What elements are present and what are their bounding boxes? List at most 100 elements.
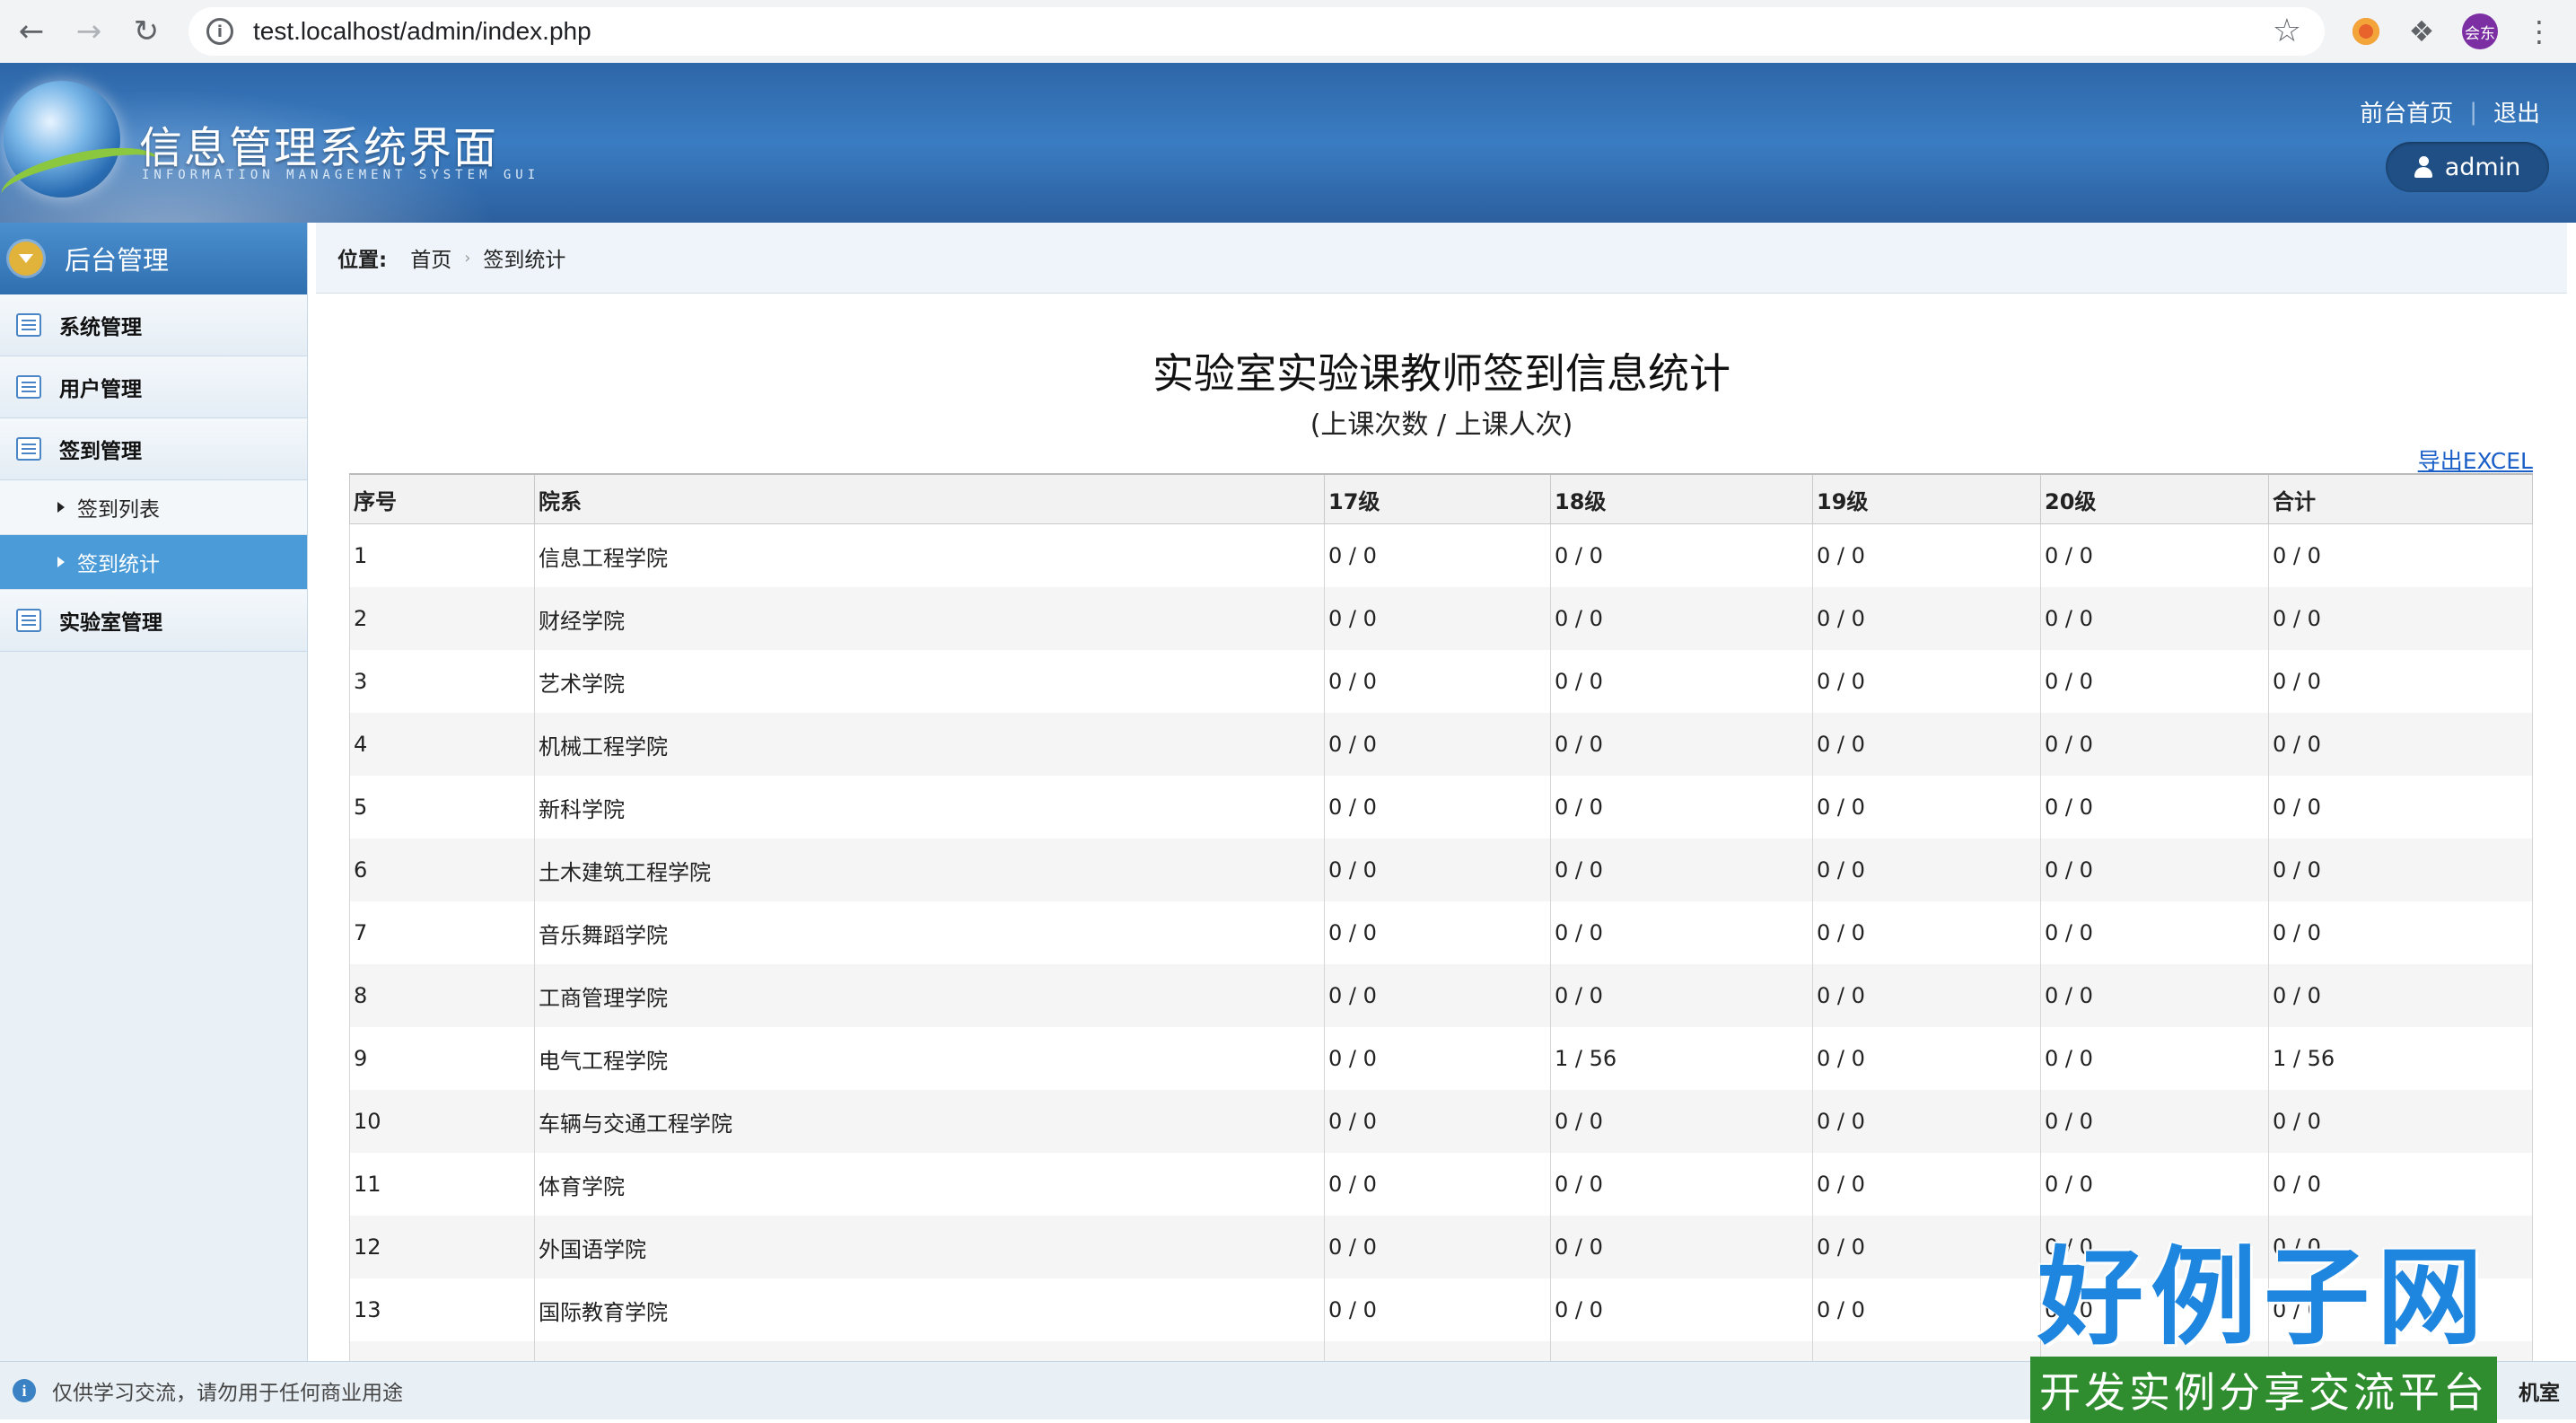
- column-header: 17级: [1324, 473, 1551, 524]
- table-cell: 0 / 0: [2268, 713, 2533, 776]
- table-cell: 0 / 0: [2040, 776, 2269, 839]
- table-row: 11 体育学院 0 / 00 / 00 / 00 / 00 / 0: [349, 1153, 2533, 1216]
- table-cell: 1 / 56: [1550, 1027, 1813, 1090]
- table-cell: 0 / 0: [2040, 964, 2269, 1027]
- table-header-row: 序号 院系 17级 18级 19级 20级 合计: [349, 473, 2533, 524]
- table-row: 3 艺术学院 0 / 00 / 00 / 00 / 00 / 0: [349, 650, 2533, 713]
- triangle-right-icon: [57, 557, 65, 567]
- sidebar-item-checkin[interactable]: 签到管理: [0, 418, 307, 480]
- sidebar-subitem-checkin-list[interactable]: 签到列表: [0, 480, 307, 535]
- table-cell: 0 / 0: [1812, 650, 2041, 713]
- table-cell: 机械工程学院: [534, 713, 1325, 776]
- app-title: 信息管理系统界面: [139, 123, 499, 173]
- user-badge[interactable]: admin: [2386, 142, 2549, 192]
- table-cell: 财经学院: [534, 587, 1325, 650]
- table-cell: 11: [349, 1153, 535, 1216]
- table-cell: 0 / 0: [1550, 523, 1813, 587]
- logout-link[interactable]: 退出: [2493, 95, 2540, 128]
- table-cell: 6: [349, 839, 535, 901]
- sidebar-subitem-label: 签到统计: [77, 553, 160, 576]
- table-cell: 0 / 0: [2268, 964, 2533, 1027]
- app-subtitle: INFORMATION MANAGEMENT SYSTEM GUI: [142, 168, 540, 182]
- table-cell: 0 / 0: [1812, 1278, 2041, 1341]
- profile-initials: 会东: [2462, 13, 2498, 49]
- table-cell: 0 / 0: [1550, 1090, 1813, 1153]
- table-cell: 0 / 0: [2040, 1153, 2269, 1216]
- list-icon: [16, 313, 41, 337]
- sidebar-item-lab[interactable]: 实验室管理: [0, 590, 307, 652]
- table-cell: 信息工程学院: [534, 523, 1325, 587]
- table-row: 8 工商管理学院 0 / 00 / 00 / 00 / 00 / 0: [349, 964, 2533, 1027]
- table-cell: 0 / 0: [2268, 901, 2533, 964]
- sidebar-item-label: 用户管理: [59, 378, 142, 401]
- column-header: 18级: [1550, 473, 1813, 524]
- table-cell: 0 / 0: [1324, 901, 1551, 964]
- sidebar-title: 后台管理: [65, 245, 170, 276]
- table-cell: 0 / 0: [1550, 1278, 1813, 1341]
- table-cell: 0 / 0: [1812, 587, 2041, 650]
- table-cell: 0 / 0: [1812, 839, 2041, 901]
- table-cell: 5: [349, 776, 535, 839]
- table-cell: 土木建筑工程学院: [534, 839, 1325, 901]
- sidebar-subitem-checkin-stats[interactable]: 签到统计: [0, 535, 307, 590]
- puzzle-extensions-icon[interactable]: ❖: [2403, 13, 2440, 50]
- extension-icon[interactable]: [2347, 13, 2385, 50]
- table-row: 2 财经学院 0 / 00 / 00 / 00 / 00 / 0: [349, 587, 2533, 650]
- table-cell: 0 / 0: [1324, 587, 1551, 650]
- table-cell: 9: [349, 1027, 535, 1090]
- table-cell: 0 / 0: [1324, 776, 1551, 839]
- table-cell: 0 / 0: [1324, 964, 1551, 1027]
- list-icon: [16, 437, 41, 461]
- reload-icon[interactable]: ↻: [127, 13, 165, 50]
- table-cell: 0 / 0: [1812, 964, 2041, 1027]
- frontpage-link[interactable]: 前台首页: [2360, 95, 2453, 128]
- table-row: 5 新科学院 0 / 00 / 00 / 00 / 00 / 0: [349, 776, 2533, 839]
- column-header: 合计: [2268, 473, 2533, 524]
- link-divider: |: [2469, 98, 2477, 126]
- sidebar-item-users[interactable]: 用户管理: [0, 356, 307, 418]
- table-cell: 艺术学院: [534, 650, 1325, 713]
- table-cell: 7: [349, 901, 535, 964]
- table-cell: 电气工程学院: [534, 1027, 1325, 1090]
- table-cell: 0 / 0: [1550, 650, 1813, 713]
- sidebar-header[interactable]: 后台管理: [0, 223, 307, 294]
- table-cell: 3: [349, 650, 535, 713]
- table-cell: 0 / 0: [1812, 1153, 2041, 1216]
- table-cell: 1: [349, 523, 535, 587]
- table-cell: 0 / 0: [2040, 587, 2269, 650]
- table-cell: 0 / 0: [2040, 1090, 2269, 1153]
- breadcrumb-home-link[interactable]: 首页: [410, 242, 451, 273]
- table-cell: 8: [349, 964, 535, 1027]
- triangle-right-icon: [57, 502, 65, 513]
- site-info-icon[interactable]: i: [206, 18, 233, 45]
- profile-avatar[interactable]: 会东: [2461, 13, 2499, 50]
- table-cell: 0 / 0: [2268, 650, 2533, 713]
- back-arrow-icon[interactable]: ←: [13, 13, 50, 50]
- table-cell: 0 / 0: [1324, 1153, 1551, 1216]
- collapse-circle-icon: [9, 242, 43, 276]
- table-cell: 0 / 0: [2040, 713, 2269, 776]
- table-cell: 车辆与交通工程学院: [534, 1090, 1325, 1153]
- sidebar-subitem-label: 签到列表: [77, 498, 160, 522]
- table-cell: 工商管理学院: [534, 964, 1325, 1027]
- table-cell: 0 / 0: [2268, 1153, 2533, 1216]
- table-cell: 0 / 0: [2268, 1090, 2533, 1153]
- table-cell: 10: [349, 1090, 535, 1153]
- sidebar-item-system[interactable]: 系统管理: [0, 294, 307, 356]
- table-cell: 0 / 0: [1550, 901, 1813, 964]
- table-cell: 0 / 0: [1550, 964, 1813, 1027]
- sidebar-item-label: 实验室管理: [59, 611, 162, 635]
- table-cell: 0 / 0: [2268, 776, 2533, 839]
- forward-arrow-icon[interactable]: →: [70, 13, 108, 50]
- export-excel-link[interactable]: 导出EXCEL: [2418, 444, 2533, 476]
- watermark-subtitle: 开发实例分享交流平台: [2030, 1357, 2497, 1423]
- column-header: 院系: [534, 473, 1325, 524]
- table-cell: 0 / 0: [2040, 901, 2269, 964]
- table-cell: 0 / 0: [1550, 839, 1813, 901]
- page-subtitle: (上课次数 / 上课人次): [1310, 409, 1573, 441]
- address-bar[interactable]: i test.localhost/admin/index.php ☆: [188, 7, 2325, 56]
- table-cell: 0 / 0: [1550, 1216, 1813, 1278]
- bookmark-star-icon[interactable]: ☆: [2273, 13, 2301, 49]
- table-cell: 0 / 0: [2040, 650, 2269, 713]
- more-menu-icon[interactable]: ⋮: [2520, 13, 2558, 50]
